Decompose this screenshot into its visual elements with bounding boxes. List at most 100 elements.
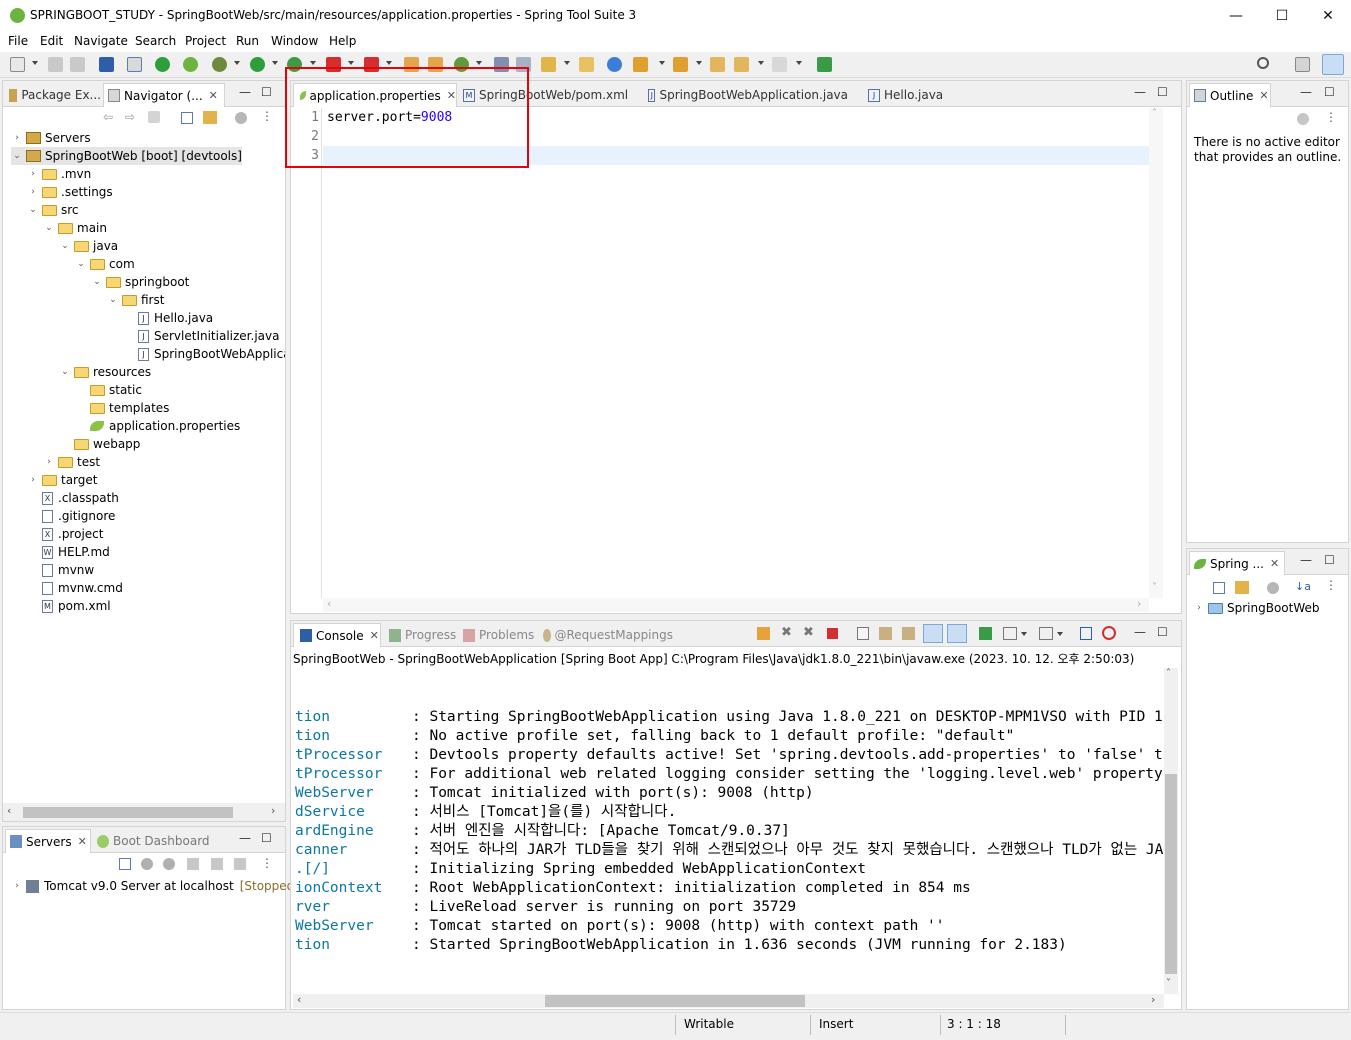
tree-item[interactable]: › .mvn <box>27 165 91 183</box>
tab-problems[interactable]: Problems <box>463 623 537 647</box>
tree-item[interactable]: ⌄ src <box>27 201 78 219</box>
tab-spring-explorer[interactable]: Spring ... ✕ <box>1189 551 1285 575</box>
collapse-all-icon[interactable] <box>1213 582 1225 594</box>
open-browser-icon[interactable] <box>817 57 832 72</box>
word-wrap-icon[interactable] <box>902 627 915 640</box>
tab-outline[interactable]: Outline ✕ <box>1189 83 1271 107</box>
tree-item[interactable]: ⌄ main <box>43 219 107 237</box>
display-console-icon[interactable] <box>1003 627 1017 640</box>
debug-icon[interactable] <box>212 57 227 72</box>
expand-icon[interactable]: › <box>11 881 23 891</box>
open-console-icon[interactable] <box>1039 627 1053 640</box>
expand-icon[interactable]: ⌄ <box>91 277 103 287</box>
filters-icon[interactable] <box>1267 582 1279 594</box>
tab-package-explorer[interactable]: Package Ex... <box>9 83 101 107</box>
filters-icon[interactable] <box>1297 113 1309 125</box>
view-menu-icon[interactable]: ⋮ <box>261 109 273 123</box>
tab-request-mappings[interactable]: @RequestMappings <box>543 623 673 647</box>
expand-icon[interactable]: › <box>27 169 39 179</box>
open-console-dropdown-icon[interactable] <box>1057 632 1063 636</box>
open-perspective-icon[interactable] <box>1295 57 1310 72</box>
expand-icon[interactable]: ⌄ <box>11 151 23 161</box>
menu-window[interactable]: Window <box>271 34 318 48</box>
search-tool-icon[interactable] <box>541 57 556 72</box>
expand-icon[interactable]: › <box>1193 603 1205 613</box>
tree-item[interactable]: ⌄ com <box>75 255 134 273</box>
console-hscroll[interactable]: ‹ › <box>293 993 1164 1008</box>
new-icon[interactable] <box>10 57 25 72</box>
tab-console[interactable]: Console ✕ <box>293 623 381 647</box>
link-with-editor-icon[interactable] <box>1235 581 1249 594</box>
expand-icon[interactable]: › <box>27 475 39 485</box>
start-server-icon[interactable] <box>163 858 175 870</box>
spring-icon[interactable] <box>183 57 198 72</box>
tree-item[interactable]: ⌄ SpringBootWeb [boot] [devtools] <box>11 147 242 165</box>
stop-dropdown-icon[interactable] <box>348 61 354 65</box>
close-tab-icon[interactable]: ✕ <box>1259 89 1268 102</box>
minimize-view-icon[interactable]: — <box>1300 85 1312 99</box>
tree-item[interactable]: webapp <box>59 435 140 453</box>
publish-icon[interactable] <box>234 858 246 870</box>
tree-item[interactable]: .gitignore <box>27 507 115 525</box>
debug-server-icon[interactable] <box>141 858 153 870</box>
maximize-view-icon[interactable]: ☐ <box>261 85 272 99</box>
tab-hello-java[interactable]: J Hello.java <box>868 83 958 107</box>
spring-perspective-icon[interactable] <box>1322 54 1344 75</box>
tab-servers[interactable]: Servers ✕ <box>5 829 91 853</box>
previous-annotation-dropdown-icon[interactable] <box>696 61 702 65</box>
collapse-all-icon[interactable] <box>181 112 193 124</box>
tab-progress[interactable]: Progress <box>389 623 459 647</box>
tree-item[interactable]: ⌄ java <box>59 237 118 255</box>
globe-icon[interactable] <box>607 57 622 72</box>
back-dropdown-icon[interactable] <box>758 61 764 65</box>
tree-item[interactable]: J SpringBootWebApplicat <box>123 345 285 363</box>
ansi-console-icon[interactable] <box>1102 626 1116 640</box>
tree-item[interactable]: › test <box>43 453 100 471</box>
close-button[interactable]: ✕ <box>1305 0 1351 32</box>
tree-item[interactable]: X .project <box>27 525 103 543</box>
open-folder-icon[interactable] <box>579 57 594 72</box>
next-annotation-icon[interactable] <box>633 57 648 72</box>
run-external-dropdown-icon[interactable] <box>310 61 316 65</box>
run-dropdown-icon[interactable] <box>272 61 278 65</box>
expand-icon[interactable]: ⌄ <box>27 205 39 215</box>
minimize-view-icon[interactable]: — <box>1134 625 1146 639</box>
console-output[interactable]: tion: Starting SpringBootWebApplication … <box>292 707 1163 993</box>
display-console-dropdown-icon[interactable] <box>1021 632 1027 636</box>
profile-server-icon[interactable] <box>187 858 199 870</box>
tree-item[interactable]: static <box>75 381 142 399</box>
search-icon[interactable] <box>1257 57 1269 69</box>
show-console-output-icon[interactable] <box>923 624 943 643</box>
terminate-icon[interactable] <box>827 628 838 639</box>
search-tool-dropdown-icon[interactable] <box>564 61 570 65</box>
scroll-left-icon[interactable]: ‹ <box>297 993 301 1006</box>
menu-run[interactable]: Run <box>236 34 259 48</box>
next-annotation-dropdown-icon[interactable] <box>659 61 665 65</box>
scroll-thumb[interactable] <box>1165 774 1177 974</box>
expand-icon[interactable]: ⌄ <box>43 223 55 233</box>
expand-icon[interactable]: ⌄ <box>75 259 87 269</box>
terminate-dropdown-icon[interactable] <box>386 61 392 65</box>
tree-item[interactable]: X .classpath <box>27 489 119 507</box>
menu-navigate[interactable]: Navigate <box>74 34 128 48</box>
scroll-left-icon[interactable]: ‹ <box>327 597 331 610</box>
stop-server-icon[interactable] <box>211 858 223 870</box>
editor-hscroll[interactable]: ‹ › <box>323 597 1149 612</box>
close-tab-icon[interactable]: ✕ <box>1270 557 1279 570</box>
maximize-view-icon[interactable]: ☐ <box>1324 85 1335 99</box>
sort-icon[interactable]: ↓a <box>1295 580 1311 593</box>
console-view-icon[interactable] <box>99 57 114 72</box>
debug-dropdown-icon[interactable] <box>234 61 240 65</box>
scroll-down-icon[interactable]: ˅ <box>1166 978 1171 989</box>
editor-vscroll[interactable]: ˄ ˅ <box>1149 108 1163 598</box>
tree-item[interactable]: W HELP.md <box>27 543 110 561</box>
scroll-down-icon[interactable]: ˅ <box>1152 582 1157 593</box>
tree-item[interactable]: J Hello.java <box>123 309 213 327</box>
console-vscroll[interactable]: ˄ ˅ <box>1164 668 1178 994</box>
tree-item[interactable]: ⌄ resources <box>59 363 151 381</box>
tab-navigator[interactable]: Navigator (... ✕ <box>103 83 225 107</box>
save-all-icon[interactable] <box>70 57 85 72</box>
show-console-error-icon[interactable] <box>947 624 967 643</box>
link-with-editor-icon[interactable] <box>203 111 217 124</box>
forward-icon[interactable] <box>772 57 787 72</box>
